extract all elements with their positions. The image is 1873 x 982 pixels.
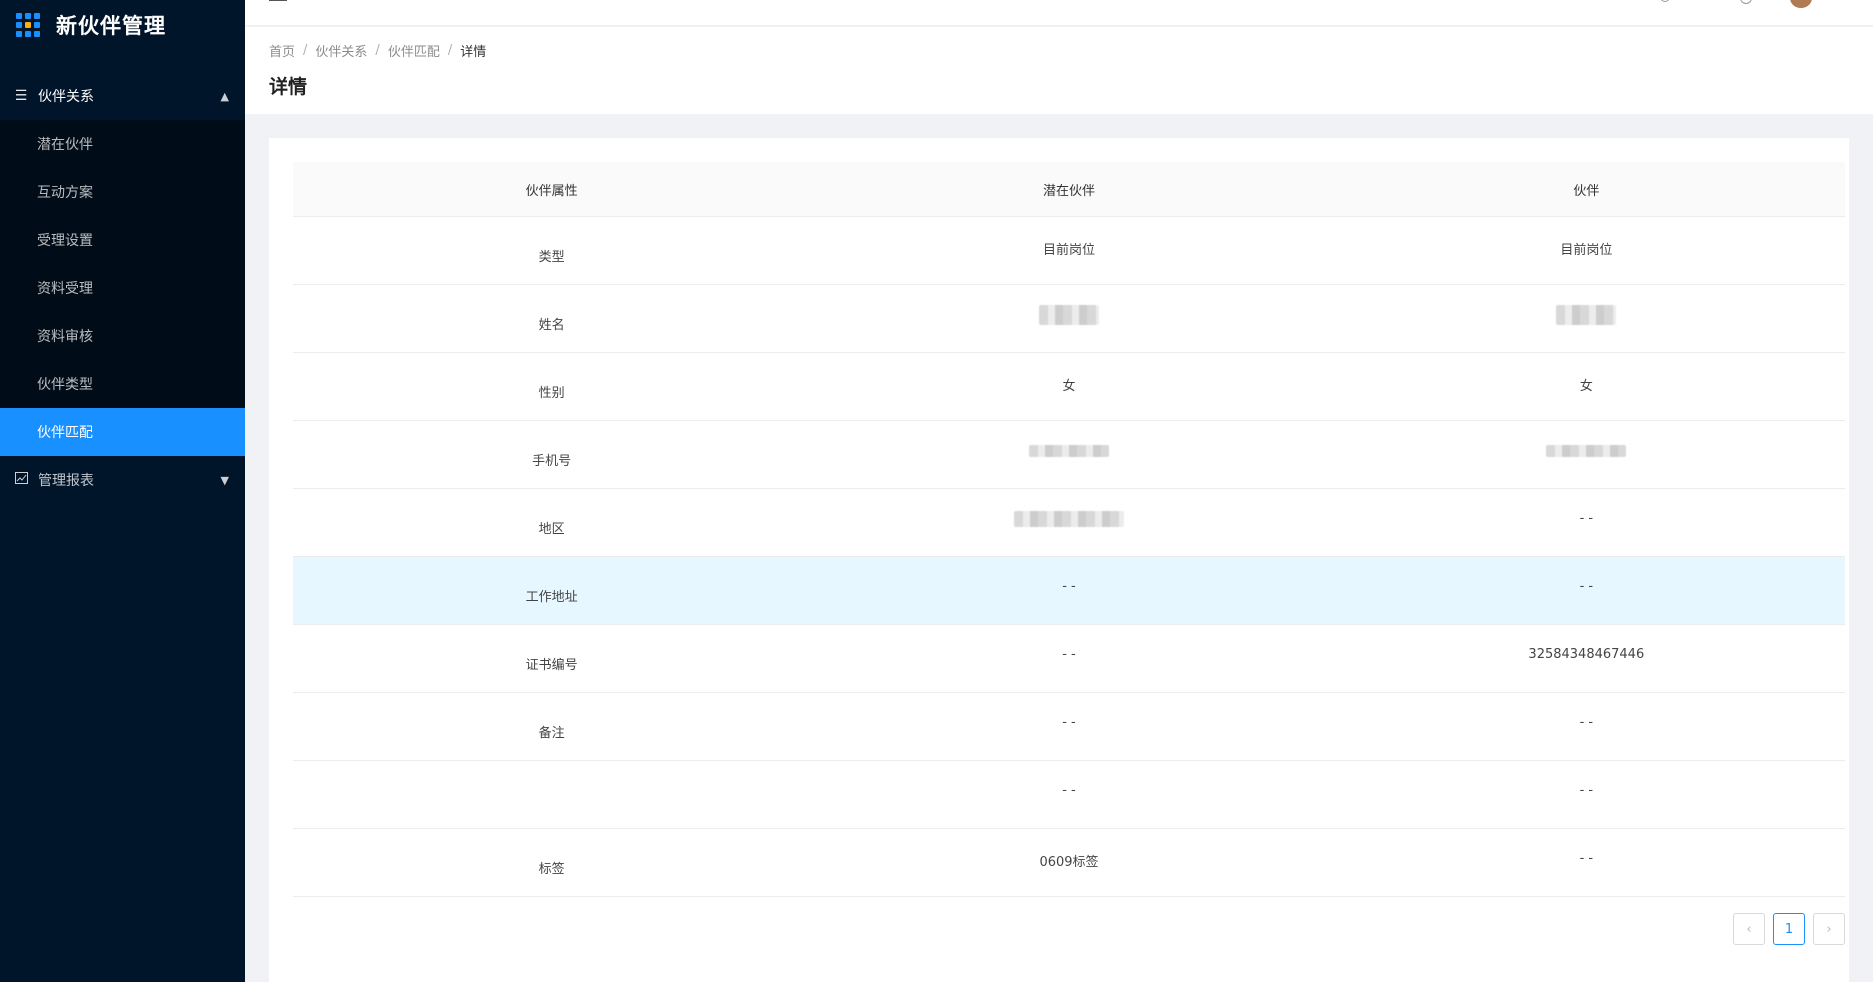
partner-cell: - - — [1579, 851, 1594, 866]
avatar[interactable] — [1790, 0, 1812, 8]
table-row: 工作地址 - - - - — [293, 557, 1845, 625]
sidebar-item-partner-type[interactable]: 伙伴类型 — [0, 360, 245, 408]
partner-cell: - - — [1579, 783, 1594, 798]
potential-cell: - - — [1062, 647, 1076, 662]
chevron-down-icon: ▼ — [220, 473, 229, 487]
redacted-phone — [1028, 445, 1109, 457]
table-header: 伙伴属性 潜在伙伴 伙伴 — [293, 162, 1845, 217]
partner-cell: - - — [1579, 511, 1594, 526]
attr-cell: 标签 — [538, 862, 565, 877]
potential-cell — [810, 421, 1327, 488]
potential-cell: - - — [1062, 715, 1076, 730]
menu-toggle-icon[interactable] — [269, 0, 287, 3]
sidebar-menu: ☰ 伙伴关系 ▲ 潜在伙伴 互动方案 受理设置 资料受理 资料审核 伙伴类型 伙… — [0, 72, 245, 504]
submenu-management-reports[interactable]: 管理报表 ▼ — [0, 456, 245, 504]
partner-cell: - - — [1579, 579, 1594, 594]
chevron-up-icon: ▲ — [220, 89, 229, 103]
partner-cell: 目前岗位 — [1560, 243, 1613, 258]
potential-cell: 女 — [1062, 379, 1076, 394]
chart-icon — [14, 472, 28, 488]
redacted-name — [1038, 305, 1099, 325]
breadcrumb-home[interactable]: 首页 — [269, 41, 295, 60]
page-1-button[interactable]: 1 — [1773, 913, 1805, 945]
prev-page-button[interactable]: ‹ — [1733, 913, 1765, 945]
submenu-label: 管理报表 — [38, 473, 94, 489]
partner-cell: 32584348467446 — [1528, 647, 1645, 662]
attr-cell: 类型 — [538, 250, 565, 265]
breadcrumb-partner-matching[interactable]: 伙伴匹配 — [388, 41, 440, 60]
detail-card: 伙伴属性 潜在伙伴 伙伴 类型 目前岗位 目前岗位 姓名 性别 女 女 手机号 … — [269, 138, 1849, 982]
bell-icon[interactable] — [1740, 0, 1752, 4]
partner-cell: 女 — [1579, 379, 1593, 394]
breadcrumb-current: 详情 — [460, 45, 487, 60]
table-row: 手机号 — [293, 421, 1845, 489]
potential-cell: 0609标签 — [1039, 855, 1099, 870]
potential-cell — [810, 489, 1327, 556]
partner-cell: - - — [1579, 715, 1594, 730]
comparison-table: 伙伴属性 潜在伙伴 伙伴 类型 目前岗位 目前岗位 姓名 性别 女 女 手机号 … — [293, 162, 1845, 897]
redacted-phone — [1546, 445, 1627, 457]
potential-cell — [810, 285, 1327, 352]
submenu-partner-relations[interactable]: ☰ 伙伴关系 ▲ — [0, 72, 245, 120]
next-page-button[interactable]: › — [1813, 913, 1845, 945]
table-row: 地区 - - — [293, 489, 1845, 557]
menu-lines-icon: ☰ — [14, 88, 28, 104]
page-header: 首页 / 伙伴关系 / 伙伴匹配 / 详情 详情 — [245, 27, 1873, 114]
attr-cell: 性别 — [538, 386, 565, 401]
attr-cell: 工作地址 — [525, 590, 578, 605]
column-header: 伙伴 — [1573, 183, 1600, 199]
attr-cell — [293, 761, 810, 828]
app-grid-icon — [16, 13, 40, 37]
logo[interactable]: 新伙伴管理 — [0, 0, 245, 50]
sidebar-item-document-review[interactable]: 资料审核 — [0, 312, 245, 360]
sidebar-item-potential-partner[interactable]: 潜在伙伴 — [0, 120, 245, 168]
potential-cell: - - — [1062, 783, 1076, 798]
table-row: 备注 - - - - — [293, 693, 1845, 761]
attr-cell: 手机号 — [532, 454, 572, 469]
top-header — [245, 0, 1873, 26]
sidebar-item-acceptance-settings[interactable]: 受理设置 — [0, 216, 245, 264]
breadcrumb: 首页 / 伙伴关系 / 伙伴匹配 / 详情 — [269, 41, 487, 60]
attr-cell: 证书编号 — [525, 658, 578, 673]
sidebar-item-document-acceptance[interactable]: 资料受理 — [0, 264, 245, 312]
potential-cell: 目前岗位 — [1042, 243, 1095, 258]
attr-cell: 地区 — [538, 522, 565, 537]
attr-cell: 姓名 — [538, 318, 565, 333]
redacted-region — [1013, 511, 1124, 527]
sidebar: 新伙伴管理 ☰ 伙伴关系 ▲ 潜在伙伴 互动方案 受理设置 资料受理 资料审核 … — [0, 0, 245, 982]
sidebar-item-interaction-plan[interactable]: 互动方案 — [0, 168, 245, 216]
pagination: ‹ 1 › — [1733, 913, 1845, 945]
column-header: 潜在伙伴 — [1042, 183, 1095, 199]
submenu-label: 伙伴关系 — [38, 89, 94, 105]
table-row: - - - - — [293, 761, 1845, 829]
potential-cell: - - — [1062, 579, 1076, 594]
table-row: 证书编号 - - 32584348467446 — [293, 625, 1845, 693]
attr-cell: 备注 — [538, 726, 565, 741]
page-title: 详情 — [269, 76, 308, 98]
partner-cell — [1328, 285, 1845, 352]
table-row: 性别 女 女 — [293, 353, 1845, 421]
partner-cell — [1328, 421, 1845, 488]
submenu-items: 潜在伙伴 互动方案 受理设置 资料受理 资料审核 伙伴类型 伙伴匹配 — [0, 120, 245, 456]
column-header: 伙伴属性 — [525, 183, 578, 199]
table-row: 姓名 — [293, 285, 1845, 353]
redacted-name — [1556, 305, 1617, 325]
table-row: 标签 0609标签 - - — [293, 829, 1845, 897]
table-row: 类型 目前岗位 目前岗位 — [293, 217, 1845, 285]
sidebar-item-partner-matching[interactable]: 伙伴匹配 — [0, 408, 245, 456]
breadcrumb-partner-relations[interactable]: 伙伴关系 — [315, 41, 367, 60]
app-title: 新伙伴管理 — [56, 14, 166, 38]
search-icon[interactable] — [1660, 0, 1670, 2]
